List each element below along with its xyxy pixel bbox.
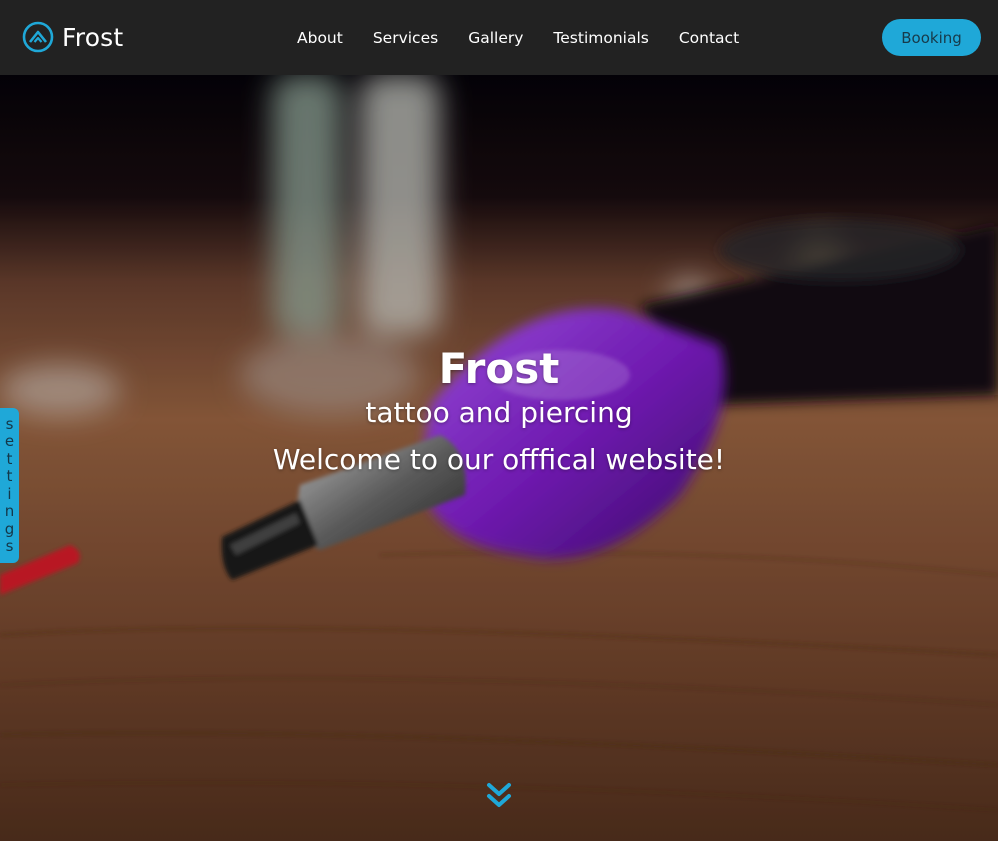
mountain-icon (22, 21, 54, 53)
nav-link-about[interactable]: About (282, 29, 358, 47)
nav-item-services: Services (358, 29, 453, 47)
navbar: Frost About Services Gallery Testimonial… (0, 0, 998, 75)
nav-item-about: About (282, 29, 358, 47)
nav-link-gallery[interactable]: Gallery (453, 29, 538, 47)
brand-link[interactable]: Frost (22, 20, 123, 54)
settings-letter: i (7, 484, 12, 503)
settings-letter: t (6, 449, 13, 468)
nav-item-testimonials: Testimonials (538, 29, 663, 47)
nav-link-services[interactable]: Services (358, 29, 453, 47)
double-chevron-down-icon (487, 783, 511, 807)
settings-letter: n (4, 502, 15, 520)
brand-name: Frost (62, 22, 124, 52)
settings-letter: s (5, 537, 14, 555)
settings-letter: g (4, 519, 15, 538)
nav-item-contact: Contact (664, 29, 754, 47)
hero-title: Frost (438, 344, 560, 393)
hero-content: Frost tattoo and piercing Welcome to our… (0, 340, 998, 480)
nav-link-testimonials[interactable]: Testimonials (538, 29, 663, 47)
settings-tab[interactable]: s e t t i n g s (0, 408, 19, 563)
hero-section: Frost tattoo and piercing Welcome to our… (0, 75, 998, 841)
settings-letter: t (6, 467, 13, 485)
nav-item-gallery: Gallery (453, 29, 538, 47)
hero-subtitle: tattoo and piercing (365, 396, 633, 429)
booking-button[interactable]: Booking (882, 19, 981, 56)
scroll-down-button[interactable] (486, 781, 512, 811)
settings-letter: e (4, 432, 15, 450)
main-nav: About Services Gallery Testimonials Cont… (282, 0, 754, 75)
nav-link-contact[interactable]: Contact (664, 29, 754, 47)
hero-welcome-text: Welcome to our offfical website! (272, 443, 726, 476)
settings-letter: s (5, 414, 14, 433)
